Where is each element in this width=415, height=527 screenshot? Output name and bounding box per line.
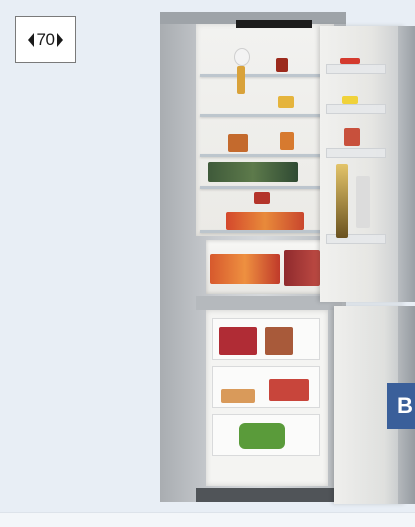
- door-item: [342, 96, 358, 104]
- crisper-drawer: [206, 240, 326, 294]
- door-item: [344, 128, 360, 146]
- width-value: 70: [36, 29, 55, 49]
- bottles-row: [208, 162, 298, 182]
- arrow-left-icon: [27, 32, 34, 47]
- vegetables: [210, 254, 280, 284]
- door-shelf: [326, 104, 386, 114]
- energy-class-text: B: [397, 393, 413, 418]
- fruit-tray: [226, 212, 304, 230]
- glass-shelf: [200, 74, 330, 77]
- food-item: [228, 134, 248, 152]
- frozen-food: [221, 389, 255, 403]
- door-item: [356, 176, 370, 228]
- door-shelf: [326, 64, 386, 74]
- freezer-drawer: [212, 414, 320, 456]
- energy-label-badge[interactable]: B: [387, 383, 415, 429]
- frozen-food: [219, 327, 257, 355]
- width-badge: 70: [15, 16, 76, 63]
- vegetables: [284, 250, 320, 286]
- glass-shelf: [200, 186, 330, 189]
- door-item: [340, 58, 360, 64]
- jar-item: [254, 192, 270, 204]
- door-shelf: [326, 234, 386, 244]
- plinth: [196, 488, 336, 502]
- frozen-food: [265, 327, 293, 355]
- freezer-drawer: [212, 318, 320, 360]
- bottom-strip: [0, 512, 415, 527]
- glass-shelf: [200, 154, 330, 157]
- freezer-drawer: [212, 366, 320, 408]
- fridge-light: [234, 48, 250, 66]
- glass-shelf: [200, 230, 330, 233]
- frozen-food: [239, 423, 285, 449]
- wine-bottle: [336, 164, 348, 238]
- control-display: [236, 20, 312, 28]
- bottle-item: [237, 66, 245, 94]
- jar-item: [276, 58, 288, 72]
- fridge-freezer-image: [0, 0, 415, 512]
- frozen-food: [269, 379, 309, 401]
- fridge-interior: [196, 24, 334, 236]
- door-edge: [398, 26, 415, 302]
- jar-item: [280, 132, 294, 150]
- arrow-right-icon: [57, 32, 64, 47]
- door-shelf: [326, 148, 386, 158]
- glass-shelf: [200, 114, 330, 117]
- product-image-area: 70 B: [0, 0, 415, 512]
- jar-item: [278, 96, 294, 108]
